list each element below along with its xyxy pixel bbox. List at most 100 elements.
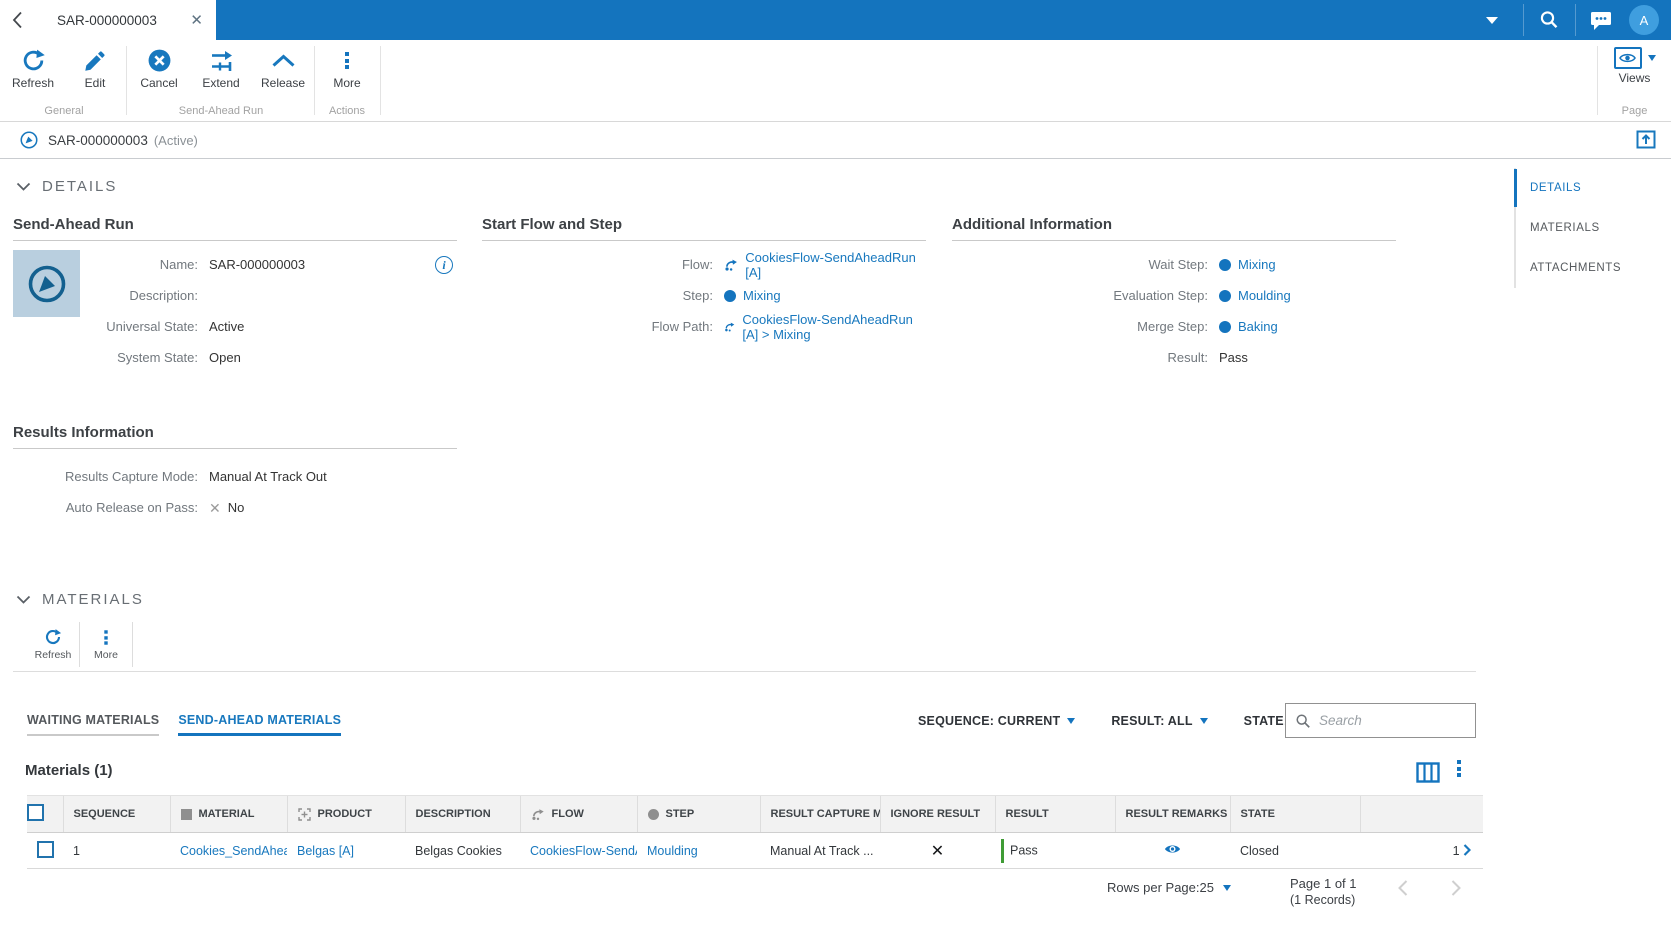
entity-tab[interactable]: SAR-000000003 ✕ — [0, 0, 216, 40]
views-button[interactable]: Views — [1598, 40, 1671, 85]
column-header-flow[interactable]: FLOW — [519, 795, 637, 833]
entity-state: (Active) — [153, 132, 198, 148]
column-header-product[interactable]: PRODUCT — [286, 795, 405, 833]
messages-icon[interactable] — [1589, 9, 1613, 32]
info-icon[interactable]: i — [435, 256, 453, 274]
column-header-state[interactable]: STATE — [1229, 795, 1360, 833]
release-button[interactable]: Release — [252, 40, 314, 90]
column-settings-icon[interactable] — [1416, 762, 1440, 786]
field-step: Step: Mixing — [682, 288, 781, 303]
send-ahead-run-icon — [20, 131, 38, 149]
flow-path-link[interactable]: CookiesFlow-SendAheadRun [A] > Mixing — [742, 312, 926, 342]
sidenav-item-materials[interactable]: MATERIALS — [1516, 208, 1671, 248]
chevron-down-icon — [16, 182, 31, 191]
materials-table: SEQUENCE MATERIAL PRODUCT DESCRIPTION FL… — [27, 795, 1483, 869]
field-flow: Flow: CookiesFlow-SendAheadRun [A] — [482, 249, 926, 280]
materials-table-title: Materials (1) — [25, 762, 113, 779]
cancel-button[interactable]: Cancel — [128, 40, 190, 90]
pencil-icon — [83, 47, 107, 74]
field-auto-release-on-pass: Auto Release on Pass: ✕ No — [65, 499, 245, 516]
tab-send-ahead-materials[interactable]: SEND-AHEAD MATERIALS — [178, 713, 342, 736]
page-text: Page 1 of 1 — [1290, 876, 1357, 891]
tab-waiting-materials[interactable]: WAITING MATERIALS — [27, 713, 160, 736]
select-all-checkbox[interactable] — [27, 804, 44, 821]
ribbon-group-actions: More Actions — [316, 40, 378, 121]
more-dots-icon — [104, 629, 108, 645]
cancel-icon — [147, 47, 172, 74]
tab-title: SAR-000000003 — [57, 12, 157, 28]
materials-section-toggle[interactable]: MATERIALS — [16, 591, 144, 608]
column-header-result-remarks[interactable]: RESULT REMARKS — [1114, 795, 1230, 833]
button-label: Extend — [202, 76, 240, 90]
group-title: Start Flow and Step — [482, 216, 926, 241]
details-section-toggle[interactable]: DETAILS — [16, 178, 117, 195]
rows-per-page-value: 25 — [1199, 880, 1214, 895]
cell-sequence: 1 — [63, 832, 170, 869]
popout-icon[interactable] — [1636, 130, 1656, 152]
app-window: SAR-000000003 ✕ A Refresh Edit General C… — [0, 0, 1671, 947]
column-header-step[interactable]: STEP — [636, 795, 760, 833]
button-label: Cancel — [140, 76, 178, 90]
search-icon[interactable] — [1538, 9, 1560, 31]
cell-flow-link[interactable]: CookiesFlow-SendA — [530, 844, 637, 858]
cell-result-capture-mode: Manual At Track ... — [760, 832, 880, 869]
page-section-nav: DETAILS MATERIALS ATTACHMENTS — [1514, 168, 1671, 288]
step-link[interactable]: Mixing — [743, 288, 781, 303]
section-title: MATERIALS — [42, 591, 144, 608]
table-row[interactable]: 1 Cookies_SendAhea Belgas [A] Belgas Coo… — [27, 832, 1483, 869]
tabs-dropdown-icon[interactable] — [1486, 17, 1498, 24]
result-filter[interactable]: RESULT: ALL — [1111, 714, 1208, 728]
ignore-result-x-icon: ✕ — [930, 842, 945, 860]
cell-product-link[interactable]: Belgas [A] — [297, 844, 354, 858]
cell-step-link[interactable]: Moulding — [647, 844, 698, 858]
group-title: Additional Information — [952, 216, 1396, 241]
rows-per-page-control[interactable]: Rows per Page: 25 — [1107, 880, 1231, 895]
materials-refresh-button[interactable]: Refresh — [27, 620, 79, 669]
row-checkbox[interactable] — [36, 840, 54, 858]
sequence-filter[interactable]: SEQUENCE: CURRENT — [918, 714, 1076, 728]
merge-step-link[interactable]: Baking — [1238, 319, 1278, 334]
avatar[interactable]: A — [1629, 5, 1659, 35]
refresh-button[interactable]: Refresh — [2, 40, 64, 90]
table-header-row: SEQUENCE MATERIAL PRODUCT DESCRIPTION FL… — [27, 795, 1483, 833]
ribbon-group-send-ahead-run: Cancel Extend Release Send-Ahead Run — [128, 40, 314, 121]
cell-detail-count[interactable]: 1 — [1360, 832, 1483, 869]
table-more-icon[interactable] — [1457, 760, 1461, 777]
product-icon — [297, 807, 311, 821]
cell-ignore-result: ✕ — [880, 832, 995, 869]
tab-close-icon[interactable]: ✕ — [190, 13, 203, 28]
views-dropdown-icon — [1647, 55, 1656, 61]
views-eye-icon — [1613, 47, 1642, 69]
edit-button[interactable]: Edit — [64, 40, 126, 90]
pass-indicator-bar — [1001, 838, 1004, 863]
ribbon-group-page: Views Page — [1598, 40, 1671, 121]
column-header-sequence[interactable]: SEQUENCE — [62, 795, 170, 833]
column-header-material[interactable]: MATERIAL — [169, 795, 287, 833]
more-button[interactable]: More — [316, 40, 378, 90]
next-page-icon[interactable] — [1450, 879, 1463, 900]
flow-link[interactable]: CookiesFlow-SendAheadRun [A] — [745, 250, 926, 280]
materials-more-button[interactable]: More — [80, 620, 132, 669]
view-remarks-eye-icon[interactable] — [1164, 843, 1181, 855]
materials-toolbar: Refresh More — [27, 620, 133, 669]
evaluation-step-link[interactable]: Moulding — [1238, 288, 1291, 303]
entity-header: SAR-000000003 (Active) — [0, 122, 1671, 159]
wait-step-link[interactable]: Mixing — [1238, 257, 1276, 272]
previous-page-icon[interactable] — [1396, 879, 1409, 900]
search-input[interactable] — [1319, 713, 1459, 728]
column-header-result-capture-mode[interactable]: RESULT CAPTURE MODE — [759, 795, 880, 833]
dropdown-caret-icon — [1067, 718, 1076, 724]
back-button[interactable] — [12, 11, 23, 29]
dropdown-caret-icon — [1222, 884, 1231, 891]
sidenav-item-attachments[interactable]: ATTACHMENTS — [1516, 248, 1671, 288]
dropdown-caret-icon — [1199, 718, 1208, 724]
column-header-description[interactable]: DESCRIPTION — [404, 795, 520, 833]
cell-description: Belgas Cookies — [405, 832, 520, 869]
cell-material-link[interactable]: Cookies_SendAhea — [180, 844, 287, 858]
flow-icon — [725, 259, 737, 271]
sidenav-item-details[interactable]: DETAILS — [1514, 168, 1671, 208]
extend-button[interactable]: Extend — [190, 40, 252, 90]
field-system-state: System State: Open — [117, 350, 241, 365]
column-header-ignore-result[interactable]: IGNORE RESULT — [879, 795, 995, 833]
column-header-result[interactable]: RESULT — [994, 795, 1115, 833]
